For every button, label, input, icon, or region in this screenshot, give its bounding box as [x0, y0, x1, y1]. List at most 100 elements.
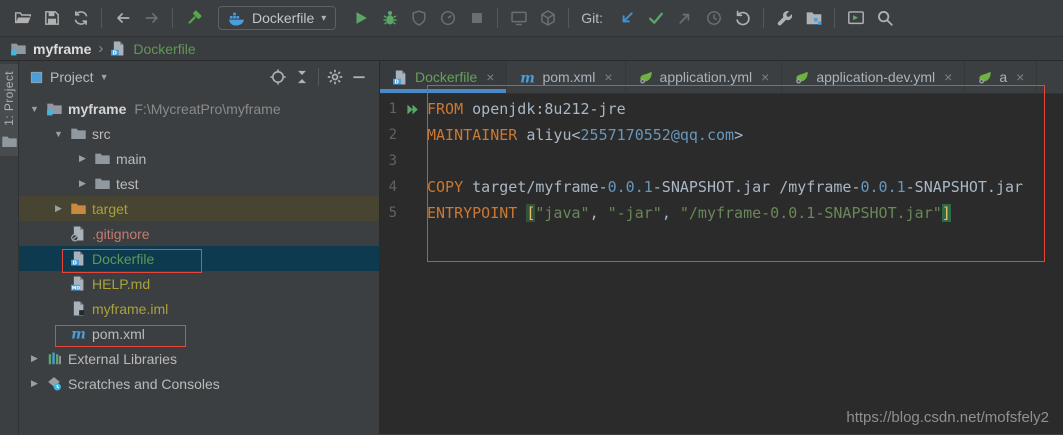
svg-text:m: m	[71, 326, 86, 342]
code-token: -SNAPSHOT.jar	[906, 178, 1023, 196]
line-number: 5	[387, 205, 397, 221]
terminal-icon[interactable]	[843, 6, 868, 31]
tree-item-target[interactable]: ▶ target	[19, 196, 379, 221]
tree-item-gitignore[interactable]: .gitignore	[19, 221, 379, 246]
run-line-icon[interactable]	[405, 102, 420, 117]
code-token: MAINTAINER	[427, 126, 517, 144]
toolbar-separator	[834, 8, 835, 28]
revert-icon[interactable]	[730, 6, 755, 31]
collapse-all-icon[interactable]	[290, 65, 314, 89]
chevron-down-icon[interactable]: ▼	[100, 72, 109, 82]
code-token: -SNAPSHOT.jar /myframe-	[653, 178, 861, 196]
svg-text:D: D	[72, 261, 77, 267]
tab-close-icon[interactable]: ×	[486, 69, 494, 85]
tree-expanded-arrow-icon[interactable]: ▼	[25, 104, 44, 114]
project-tool-window-button[interactable]: 1: Project	[0, 64, 18, 156]
search-icon[interactable]	[872, 6, 897, 31]
tab-label: a	[999, 69, 1007, 85]
tab-close-icon[interactable]: ×	[1016, 69, 1024, 85]
code-token: ,	[662, 204, 680, 222]
scratches-icon	[45, 375, 63, 392]
code-token: 0.0.1	[861, 178, 906, 196]
tab-label: Dockerfile	[415, 69, 477, 85]
locate-icon[interactable]	[266, 65, 290, 89]
tree-item-test[interactable]: ▶ test	[19, 171, 379, 196]
tab-close-icon[interactable]: ×	[944, 69, 952, 85]
tab-close-icon[interactable]: ×	[761, 69, 769, 85]
maven-icon: m	[69, 325, 87, 342]
minimize-icon[interactable]	[347, 65, 371, 89]
tree-item-label: test	[116, 176, 139, 192]
tree-item-label: myframe	[68, 101, 126, 117]
tree-item-dockerfile[interactable]: DDockerfile	[19, 246, 379, 271]
build-hammer-icon[interactable]	[181, 6, 206, 31]
breadcrumb-item-myframe[interactable]: myframe	[10, 40, 91, 57]
breadcrumb-label: Dockerfile	[133, 41, 195, 57]
settings-wrench-icon[interactable]	[772, 6, 797, 31]
vcs-update-icon[interactable]	[614, 6, 639, 31]
tree-item-external-libraries[interactable]: ▶ External Libraries	[19, 346, 379, 371]
gutter-line-5: 5	[380, 200, 427, 226]
sync-icon[interactable]	[68, 6, 93, 31]
tree-collapsed-arrow-icon[interactable]: ▶	[73, 153, 92, 164]
code-token: "java"	[535, 204, 589, 222]
spring-icon	[794, 69, 810, 85]
save-icon[interactable]	[39, 6, 64, 31]
tree-item-myframe[interactable]: ▼myframeF:\MycreatPro\myframe	[19, 96, 379, 121]
gear-icon[interactable]	[323, 65, 347, 89]
tree-item-label: main	[116, 151, 146, 167]
folder-icon	[69, 125, 87, 142]
project-structure-icon[interactable]	[801, 6, 826, 31]
tree-item-help-md[interactable]: MDHELP.md	[19, 271, 379, 296]
code-token	[517, 204, 526, 222]
tab-pom-xml[interactable]: mpom.xml×	[507, 61, 625, 93]
tree-expanded-arrow-icon[interactable]: ▼	[49, 129, 68, 139]
tree-item-myframe-iml[interactable]: myframe.iml	[19, 296, 379, 321]
tab-application-dev-yml[interactable]: application-dev.yml ×	[782, 61, 965, 93]
project-view-icon	[29, 70, 44, 85]
tab-a[interactable]: a×	[965, 61, 1037, 93]
tree-item-label: External Libraries	[68, 351, 177, 367]
tree-item-src[interactable]: ▼src	[19, 121, 379, 146]
run-config-selector[interactable]: Dockerfile▾	[218, 6, 336, 30]
gutter-line-3: 3	[380, 148, 427, 174]
vcs-commit-icon[interactable]	[643, 6, 668, 31]
coverage-icon	[406, 6, 431, 31]
ide-window: { "glyphs": { "expanded": "▼", "collapse…	[0, 0, 1063, 435]
project-panel-title[interactable]: Project	[50, 69, 94, 85]
main-area: 1: Project Project ▼ ▼myframeF:\MycreatP…	[0, 61, 1063, 434]
tree-item-label: pom.xml	[92, 326, 145, 342]
project-stripe-label: 1: Project	[2, 71, 16, 126]
code-line-3	[427, 148, 1063, 174]
docker-file-icon: D	[392, 69, 409, 86]
breadcrumb-label: myframe	[33, 41, 91, 57]
toolbar-separator	[101, 8, 102, 28]
stop-icon	[464, 6, 489, 31]
open-folder-icon[interactable]	[10, 6, 35, 31]
back-icon[interactable]	[110, 6, 135, 31]
tree-item-scratches-and-consoles[interactable]: ▶Scratches and Consoles	[19, 371, 379, 396]
tree-collapsed-arrow-icon[interactable]: ▶	[25, 353, 44, 364]
tree-item-pom-xml[interactable]: m pom.xml	[19, 321, 379, 346]
breadcrumb-separator: ›	[98, 40, 103, 57]
tree-collapsed-arrow-icon[interactable]: ▶	[49, 203, 68, 214]
tree-item-main[interactable]: ▶ main	[19, 146, 379, 171]
tab-dockerfile[interactable]: D Dockerfile ×	[380, 61, 507, 93]
folder-icon	[93, 150, 111, 167]
tab-application-yml[interactable]: application.yml×	[626, 61, 783, 93]
tree-item-label: target	[92, 201, 128, 217]
project-panel: Project ▼ ▼myframeF:\MycreatPro\myframe▼…	[19, 61, 380, 434]
tab-close-icon[interactable]: ×	[604, 69, 612, 85]
breadcrumb-item-dockerfile[interactable]: D Dockerfile	[110, 40, 195, 57]
tree-collapsed-arrow-icon[interactable]: ▶	[25, 378, 44, 389]
code-editor[interactable]: 12345 FROM openjdk:8u212-jreMAINTAINER a…	[380, 94, 1063, 434]
debug-icon[interactable]	[377, 6, 402, 31]
code-content[interactable]: FROM openjdk:8u212-jreMAINTAINER aliyu<2…	[427, 96, 1063, 434]
run-icon[interactable]	[348, 6, 373, 31]
code-token: "/myframe-0.0.1-SNAPSHOT.jar"	[680, 204, 942, 222]
libraries-icon	[45, 350, 63, 367]
tree-collapsed-arrow-icon[interactable]: ▶	[73, 178, 92, 189]
tab-label: application-dev.yml	[816, 69, 935, 85]
docker-file-icon: D	[110, 40, 127, 57]
profiler-icon	[435, 6, 460, 31]
